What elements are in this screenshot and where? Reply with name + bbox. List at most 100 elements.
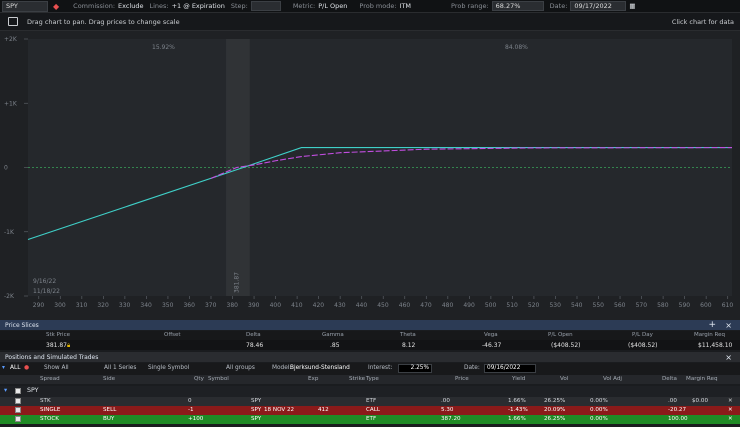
x-tick-label: 430 [334,302,346,309]
x-tick-label: 560 [614,302,626,309]
y-tick-label: 0 [4,165,8,172]
collapse-icon[interactable]: × [725,353,732,362]
x-tick-label: 610 [722,302,734,309]
expand-all-icon[interactable]: ▾ [2,365,5,371]
pl-open-value: ($408.52) [551,341,581,349]
positions-title: Positions and Simulated Trades [5,353,99,361]
cell-side[interactable]: SELL [103,407,116,413]
x-tick-label: 480 [442,302,454,309]
x-tick-label: 490 [463,302,475,309]
add-slice-icon[interactable]: + [708,320,716,330]
cell-symbol: SPY [251,416,262,423]
x-tick-label: 400 [270,302,282,309]
filter-all[interactable]: ALL [10,365,20,371]
cell-yield: 1.66% [508,416,526,423]
cell-price[interactable]: .00 [441,398,450,404]
x-tick-label: 410 [291,302,303,309]
group-label: SPY [27,387,39,395]
price-slices-title: Price Slices [5,321,39,329]
date-input-2[interactable]: 09/16/2022 [484,364,536,373]
theta-value: 8.12 [402,341,416,349]
cell-voladj: 0.00% [590,407,608,414]
cell-spread[interactable]: STOCK [40,416,59,422]
metric-select[interactable]: P/L Open [318,2,347,10]
step-input[interactable] [250,1,281,11]
commission-select[interactable]: Exclude [118,2,143,10]
y-tick-label: +2K [4,36,18,43]
show-all-select[interactable]: Show All [44,365,69,371]
cell-qty[interactable]: -1 [188,407,194,413]
model-select[interactable]: Bjerksund-Stensland [290,365,350,371]
cell-spread[interactable]: STK [40,398,51,404]
cell-qty[interactable]: +100 [188,416,203,422]
col-offset: Offset [164,332,181,338]
price-slice-row[interactable]: 381.87 🔒︎ 78.46 .85 8.12 -46.37 ($408.52… [0,340,740,350]
groups-select[interactable]: All groups [226,365,255,371]
x-tick-label: 350 [162,302,174,309]
remove-row-icon[interactable]: ✕ [728,416,733,422]
group-checkbox[interactable] [15,388,21,394]
delete-icon[interactable]: ● [24,365,29,371]
cell-vol: 26.25% [544,416,566,423]
cell-side[interactable]: BUY [103,416,114,422]
single-symbol-select[interactable]: Single Symbol [148,365,189,371]
lock-icon[interactable]: 🔒︎ [67,342,70,350]
row-checkbox[interactable] [15,407,21,413]
symbol-input[interactable]: SPY [2,0,48,12]
col-strike: Strike [349,376,366,383]
cell-type: ETF [366,398,377,405]
price-slices-header[interactable]: Price Slices + × [0,320,740,330]
cell-yield: -1.43% [508,407,528,414]
pl-day-value: ($408.52) [628,341,658,349]
cell-margin: $0.00 [692,398,709,405]
cell-price[interactable]: 387.20 [441,416,461,422]
x-tick-label: 310 [76,302,88,309]
col-vega: Vega [484,332,498,338]
stk-price-value[interactable]: 381.87 [46,342,67,349]
cell-vol: 20.09% [544,407,566,414]
probrange-input[interactable]: 68.27% [491,1,544,11]
pl-chart[interactable]: +2K +1K 0 -1K -2K 290 300 310 320 330 340 350 360 37… [0,31,740,320]
position-row[interactable]: STOCK BUY +100 SPY ETF 387.20 1.66% 26.25% 0.00%… [0,415,740,424]
positions-header[interactable]: Positions and Simulated Trades × [0,352,740,362]
group-expand-icon[interactable]: ▾ [4,387,7,394]
chart-settings-icon[interactable] [8,17,18,26]
col-delta-2: Delta [662,376,677,383]
price-slices-columns: Stk Price Offset Delta Gamma Theta Vega … [0,331,740,340]
x-tick-label: 450 [377,302,389,309]
alert-icon[interactable]: ◆ [53,2,59,11]
col-gamma: Gamma [322,332,344,338]
position-row[interactable]: SINGLE SELL -1 SPY 18 NOV 22 412 CALL 5.30 -1.43… [0,406,740,415]
position-row[interactable]: STK 0 SPY ETF .00 1.66% 26.25% 0.00% .00 $0.00 ✕ [0,397,740,406]
remove-row-icon[interactable]: ✕ [728,398,733,404]
x-tick-label: 320 [97,302,109,309]
cell-voladj: 0.00% [590,416,608,423]
lines-select[interactable]: +1 @ Expiration [172,2,225,10]
cell-qty[interactable]: 0 [188,398,192,404]
cell-delta: .00 [668,398,677,405]
cell-price[interactable]: 5.30 [441,407,453,413]
x-tick-label: 540 [571,302,583,309]
col-margin: Margin Req [694,332,725,338]
series-select[interactable]: All 1 Series [104,365,136,371]
chart-subheader: Drag chart to pan. Drag prices to change… [0,13,740,31]
group-row[interactable]: ▾ SPY [0,386,740,397]
x-tick-label: 330 [119,302,131,309]
cell-spread[interactable]: SINGLE [40,407,60,413]
row-checkbox[interactable] [15,398,21,404]
col-spread: Spread [40,376,60,383]
cell-delta: 100.00 [668,416,688,423]
positions-filters: ▾ ALL ● Show All All 1 Series Single Sym… [0,363,740,375]
probmode-select[interactable]: ITM [400,2,412,10]
date-input[interactable]: 09/17/2022 [570,1,627,11]
probrange-label: Prob range: [451,2,489,10]
interest-label: Interest: [368,365,393,371]
row-checkbox[interactable] [15,416,21,422]
calendar-icon[interactable]: ▦ [629,2,635,10]
x-tick-label: 370 [205,302,217,309]
col-vol: Vol [560,376,569,383]
interest-input[interactable]: 2.25% [398,364,432,373]
col-price: Price [455,376,469,383]
remove-row-icon[interactable]: ✕ [728,407,733,413]
close-icon[interactable]: × [725,321,732,330]
